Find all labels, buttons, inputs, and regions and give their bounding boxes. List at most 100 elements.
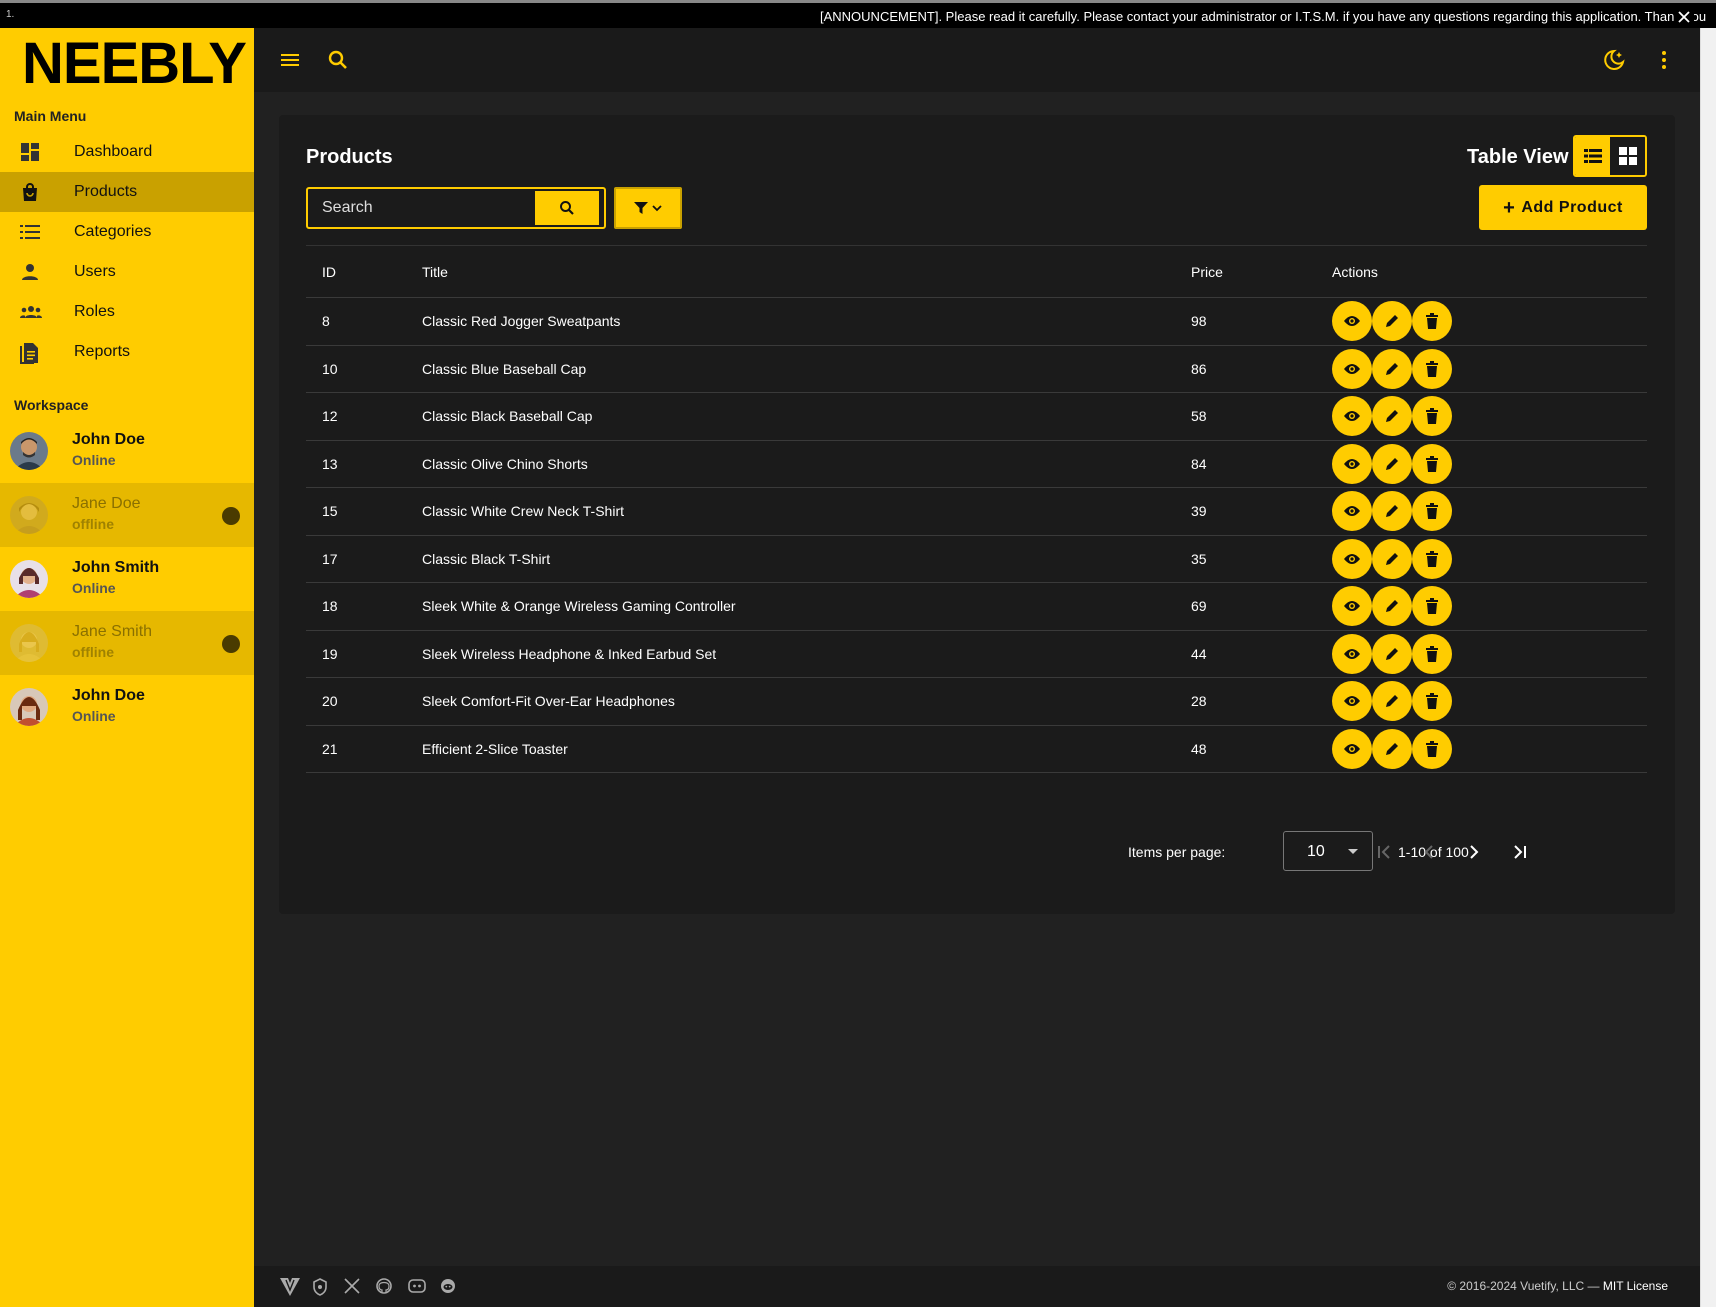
- products-card: Products Table View + Add Product ID Tit…: [279, 115, 1675, 914]
- edit-icon[interactable]: [1372, 301, 1412, 341]
- filter-icon: [634, 202, 648, 214]
- view-icon[interactable]: [1332, 633, 1372, 674]
- view-icon[interactable]: [1332, 443, 1372, 484]
- column-header-price[interactable]: Price: [1191, 264, 1223, 280]
- delete-icon[interactable]: [1412, 491, 1452, 531]
- filter-button[interactable]: [614, 187, 682, 229]
- column-header-id[interactable]: ID: [322, 264, 336, 280]
- delete-icon[interactable]: [1412, 301, 1452, 341]
- delete-icon[interactable]: [1412, 348, 1452, 389]
- cell-title: Classic Red Jogger Sweatpants: [422, 313, 621, 329]
- edit-icon[interactable]: [1372, 348, 1412, 389]
- user-name: Jane Smith: [72, 623, 153, 640]
- delete-icon[interactable]: [1412, 396, 1452, 436]
- grid-view-button[interactable]: [1610, 137, 1645, 175]
- sidebar-item-users[interactable]: Users: [0, 252, 254, 292]
- add-product-label: Add Product: [1521, 198, 1623, 216]
- first-page-icon[interactable]: [1372, 840, 1396, 864]
- more-vert-icon[interactable]: [1652, 48, 1676, 72]
- offline-indicator: [222, 507, 240, 525]
- document-icon: [20, 342, 40, 364]
- search-icon: [560, 201, 574, 215]
- table-row: 13 Classic Olive Chino Shorts 84: [306, 441, 1647, 488]
- edit-icon[interactable]: [1372, 443, 1412, 484]
- person-icon: [20, 262, 40, 282]
- cell-id: 17: [322, 550, 338, 567]
- close-icon[interactable]: [1674, 7, 1694, 27]
- app-logo[interactable]: NEEBLY: [22, 30, 247, 97]
- next-page-icon[interactable]: [1462, 840, 1486, 864]
- search-icon[interactable]: [326, 48, 350, 72]
- delete-icon[interactable]: [1412, 538, 1452, 579]
- row-actions: [1332, 491, 1452, 531]
- workspace-user[interactable]: John Smith Online: [0, 547, 254, 611]
- dashboard-icon: [20, 142, 40, 162]
- edit-icon[interactable]: [1372, 633, 1412, 674]
- cell-price: 58: [1191, 408, 1207, 424]
- delete-icon[interactable]: [1412, 681, 1452, 721]
- view-icon[interactable]: [1332, 348, 1372, 389]
- cell-id: 12: [322, 408, 338, 424]
- table-view-button[interactable]: [1575, 137, 1610, 175]
- sidebar-item-dashboard[interactable]: Dashboard: [0, 132, 254, 172]
- view-icon[interactable]: [1332, 586, 1372, 626]
- workspace-user[interactable]: Jane Smith offline: [0, 611, 254, 675]
- delete-icon[interactable]: [1412, 633, 1452, 674]
- view-icon[interactable]: [1332, 396, 1372, 436]
- vuetify-logo-icon[interactable]: [280, 1278, 300, 1296]
- edit-icon[interactable]: [1372, 491, 1412, 531]
- search-input[interactable]: [322, 197, 522, 219]
- last-page-icon[interactable]: [1508, 840, 1532, 864]
- cell-id: 13: [322, 455, 338, 472]
- column-header-title[interactable]: Title: [422, 264, 448, 280]
- view-icon[interactable]: [1332, 728, 1372, 769]
- cell-title: Classic Black Baseball Cap: [422, 408, 593, 424]
- theme-toggle-icon[interactable]: [1602, 48, 1626, 72]
- view-icon[interactable]: [1332, 301, 1372, 341]
- user-status: offline: [72, 644, 114, 660]
- main-menu-title: Main Menu: [14, 108, 87, 124]
- license-link[interactable]: MIT License: [1603, 1279, 1668, 1293]
- row-actions: [1332, 538, 1452, 579]
- workspace-user[interactable]: Jane Doe offline: [0, 483, 254, 547]
- sidebar-item-roles[interactable]: Roles: [0, 292, 254, 332]
- page-scrollbar[interactable]: [1700, 28, 1716, 1307]
- edit-icon[interactable]: [1372, 586, 1412, 626]
- announcement-marker: 1.: [6, 9, 15, 20]
- edit-icon[interactable]: [1372, 396, 1412, 436]
- search-button[interactable]: [535, 191, 599, 225]
- edit-icon[interactable]: [1372, 538, 1412, 579]
- menu-icon[interactable]: [278, 48, 302, 72]
- workspace-user[interactable]: John Doe Online: [0, 419, 254, 483]
- sidebar-item-categories[interactable]: Categories: [0, 212, 254, 252]
- discord-icon[interactable]: [408, 1278, 426, 1296]
- cell-id: 19: [322, 645, 338, 662]
- cell-id: 20: [322, 693, 338, 709]
- x-twitter-icon[interactable]: [344, 1278, 362, 1296]
- sidebar-item-label: Categories: [74, 223, 152, 240]
- sidebar-item-products[interactable]: Products: [0, 172, 254, 212]
- cell-title: Sleek Wireless Headphone & Inked Earbud …: [422, 645, 717, 662]
- cell-price: 35: [1191, 550, 1207, 567]
- pagination: Items per page: 10 1-10 of 100: [306, 831, 1647, 873]
- view-icon[interactable]: [1332, 681, 1372, 721]
- reddit-icon[interactable]: [440, 1278, 458, 1296]
- previous-page-icon[interactable]: [1417, 840, 1441, 864]
- table-row: 20 Sleek Comfort-Fit Over-Ear Headphones 2…: [306, 678, 1647, 726]
- github-icon[interactable]: [376, 1278, 394, 1296]
- copyright-text: © 2016-2024 Vuetify, LLC —: [1447, 1279, 1600, 1293]
- view-icon[interactable]: [1332, 491, 1372, 531]
- shield-icon[interactable]: [312, 1278, 330, 1296]
- edit-icon[interactable]: [1372, 728, 1412, 769]
- view-icon[interactable]: [1332, 538, 1372, 579]
- view-label: Table View: [1467, 146, 1569, 168]
- delete-icon[interactable]: [1412, 443, 1452, 484]
- delete-icon[interactable]: [1412, 728, 1452, 769]
- edit-icon[interactable]: [1372, 681, 1412, 721]
- workspace-user[interactable]: John Doe Online: [0, 675, 254, 739]
- delete-icon[interactable]: [1412, 586, 1452, 626]
- items-per-page-select[interactable]: 10: [1283, 831, 1373, 871]
- sidebar-item-reports[interactable]: Reports: [0, 332, 254, 372]
- add-product-button[interactable]: + Add Product: [1479, 185, 1647, 230]
- cell-title: Sleek White & Orange Wireless Gaming Con…: [422, 598, 736, 614]
